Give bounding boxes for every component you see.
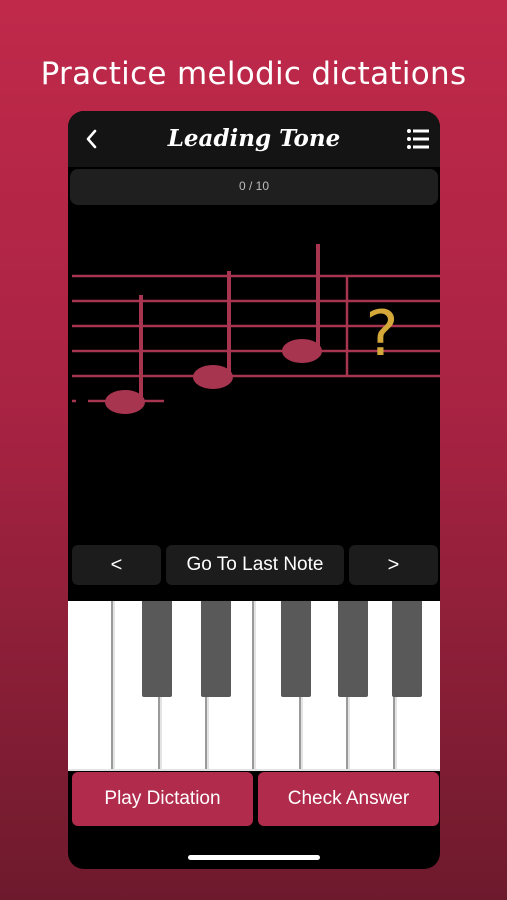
navigation-bar: Leading Tone — [68, 111, 440, 167]
unknown-note-question-mark: ? — [366, 297, 399, 370]
note-3 — [282, 244, 322, 363]
next-note-button[interactable]: > — [349, 545, 438, 585]
menu-button[interactable] — [406, 127, 430, 151]
previous-note-button[interactable]: < — [72, 545, 161, 585]
note-1 — [105, 295, 145, 414]
piano-black-key[interactable] — [142, 601, 172, 697]
music-staff: ? — [72, 244, 440, 414]
progress-bar: 0 / 10 — [70, 169, 438, 205]
piano-black-key[interactable] — [392, 601, 422, 697]
check-answer-button[interactable]: Check Answer — [258, 772, 439, 826]
play-dictation-button[interactable]: Play Dictation — [72, 772, 253, 826]
list-icon — [407, 129, 429, 149]
chevron-left-icon — [86, 129, 97, 149]
piano-black-key[interactable] — [338, 601, 368, 697]
piano-white-key[interactable] — [68, 601, 113, 769]
piano-black-key[interactable] — [281, 601, 311, 697]
progress-counter: 0 / 10 — [238, 179, 270, 193]
go-to-last-note-button[interactable]: Go To Last Note — [166, 545, 344, 585]
home-indicator[interactable] — [188, 855, 320, 860]
back-button[interactable] — [80, 125, 106, 153]
note-2 — [193, 271, 233, 389]
note-navigation: < Go To Last Note > — [72, 545, 440, 585]
phone-screen: Leading Tone 0 / 10 ? < Go To Last Note … — [68, 111, 440, 869]
headline: Practice melodic dictations — [40, 56, 467, 92]
piano-black-key[interactable] — [201, 601, 231, 697]
page-title: Leading Tone — [167, 125, 341, 152]
piano-keyboard — [68, 601, 440, 771]
